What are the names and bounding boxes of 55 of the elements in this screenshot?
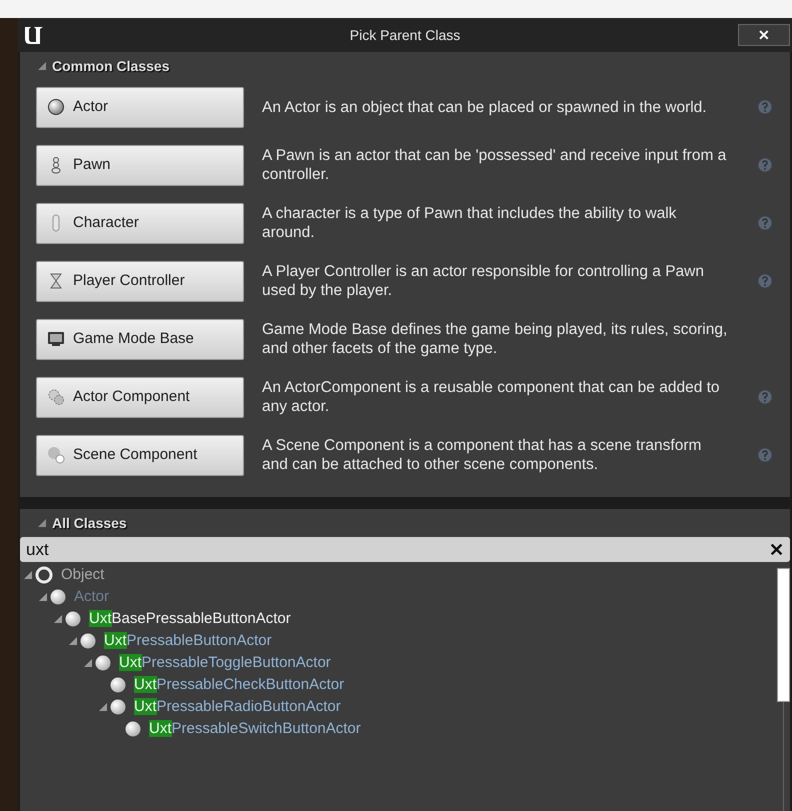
expand-arrow-icon[interactable] [24, 571, 32, 579]
expand-arrow-icon[interactable] [99, 703, 107, 711]
help-icon[interactable] [757, 389, 773, 405]
window-title: Pick Parent Class [350, 26, 460, 44]
class-tree-item[interactable]: UxtPressableToggleButtonActor [119, 652, 331, 674]
class-button[interactable]: Character [36, 202, 244, 244]
class-tree-item[interactable]: UxtPressableButtonActor [104, 630, 272, 652]
collapse-arrow-icon[interactable] [38, 62, 46, 70]
help-icon[interactable] [757, 99, 773, 115]
section-title: All Classes [52, 514, 127, 532]
expand-arrow-icon[interactable] [39, 593, 47, 601]
class-description: A Pawn is an actor that can be 'possessed' and receive input from a controller. [262, 146, 728, 184]
ring-icon [34, 565, 54, 585]
spheres-icon [47, 446, 65, 464]
class-tree-item[interactable]: UxtPressableSwitchButtonActor [149, 718, 361, 740]
class-button[interactable]: Game Mode Base [36, 318, 244, 360]
help-icon[interactable] [757, 273, 773, 289]
class-description: A Player Controller is an actor responsible for controlling a Pawn used by the player. [262, 262, 705, 300]
monitor-icon [47, 330, 65, 348]
sphere-icon [64, 610, 82, 628]
sphere-icon [109, 676, 127, 694]
sphere-icon [47, 98, 65, 116]
section-title: Common Classes [52, 56, 170, 76]
class-button[interactable]: Actor [36, 86, 244, 128]
help-icon[interactable] [757, 215, 773, 231]
help-icon[interactable] [757, 447, 773, 463]
class-description: An Actor is an object that can be placed or spawned in the world. [262, 98, 708, 116]
sphere-icon [79, 632, 97, 650]
class-tree-item[interactable]: UxtPressableRadioButtonActor [134, 696, 341, 718]
sphere-icon [49, 588, 67, 606]
class-tree-item[interactable]: UxtBasePressableButtonActor [89, 608, 291, 630]
search-field[interactable]: uxt ✕ [20, 537, 790, 562]
class-description: A character is a type of Pawn that includes the ability to walk around. [262, 204, 678, 242]
class-button[interactable]: Actor Component [36, 376, 244, 418]
controller-icon [47, 272, 65, 290]
class-tree-item[interactable]: Object [61, 564, 104, 586]
class-button[interactable]: Pawn [36, 144, 244, 186]
gears-icon [47, 388, 65, 406]
class-description: A Scene Component is a component that has a scene transform and can be attached to other scene components. [262, 436, 702, 474]
class-button[interactable]: Player Controller [36, 260, 244, 302]
collapse-arrow-icon[interactable] [38, 519, 46, 527]
close-button[interactable]: ✕ [738, 24, 790, 46]
sphere-icon [124, 720, 142, 738]
scrollbar-thumb[interactable] [776, 568, 790, 702]
clear-search-button[interactable]: ✕ [769, 540, 784, 558]
class-description: An ActorComponent is a reusable component that can be added to any actor. [262, 378, 721, 416]
sphere-icon [109, 698, 127, 716]
class-tree-item[interactable]: UxtPressableCheckButtonActor [134, 674, 344, 696]
expand-arrow-icon[interactable] [69, 637, 77, 645]
help-icon[interactable] [757, 157, 773, 173]
sphere-icon [94, 654, 112, 672]
expand-arrow-icon[interactable] [54, 615, 62, 623]
class-description: Game Mode Base defines the game being played, its rules, scoring, and other facets of the game type. [262, 320, 728, 358]
expand-arrow-icon[interactable] [84, 659, 92, 667]
class-button[interactable]: Scene Component [36, 434, 244, 476]
